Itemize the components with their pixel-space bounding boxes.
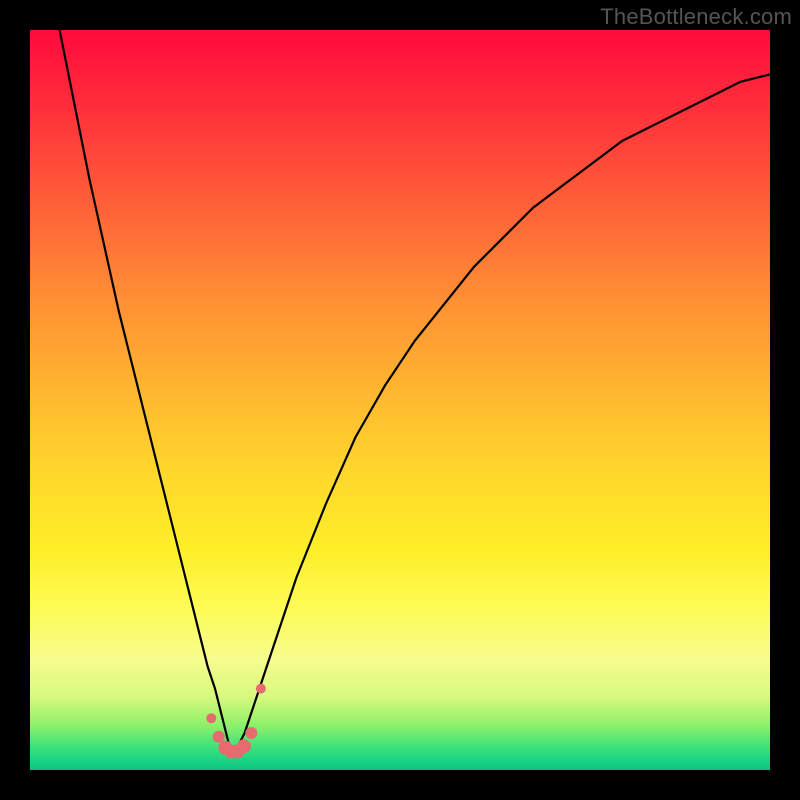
- minimum-marker: [245, 727, 257, 739]
- curve-svg: [30, 30, 770, 770]
- watermark-text: TheBottleneck.com: [600, 4, 792, 30]
- chart-frame: TheBottleneck.com: [0, 0, 800, 800]
- plot-area: [30, 30, 770, 770]
- minimum-marker: [213, 731, 225, 743]
- minimum-marker: [206, 713, 216, 723]
- bottleneck-curve: [60, 30, 770, 748]
- minimum-marker: [237, 739, 251, 753]
- minimum-marker: [256, 684, 266, 694]
